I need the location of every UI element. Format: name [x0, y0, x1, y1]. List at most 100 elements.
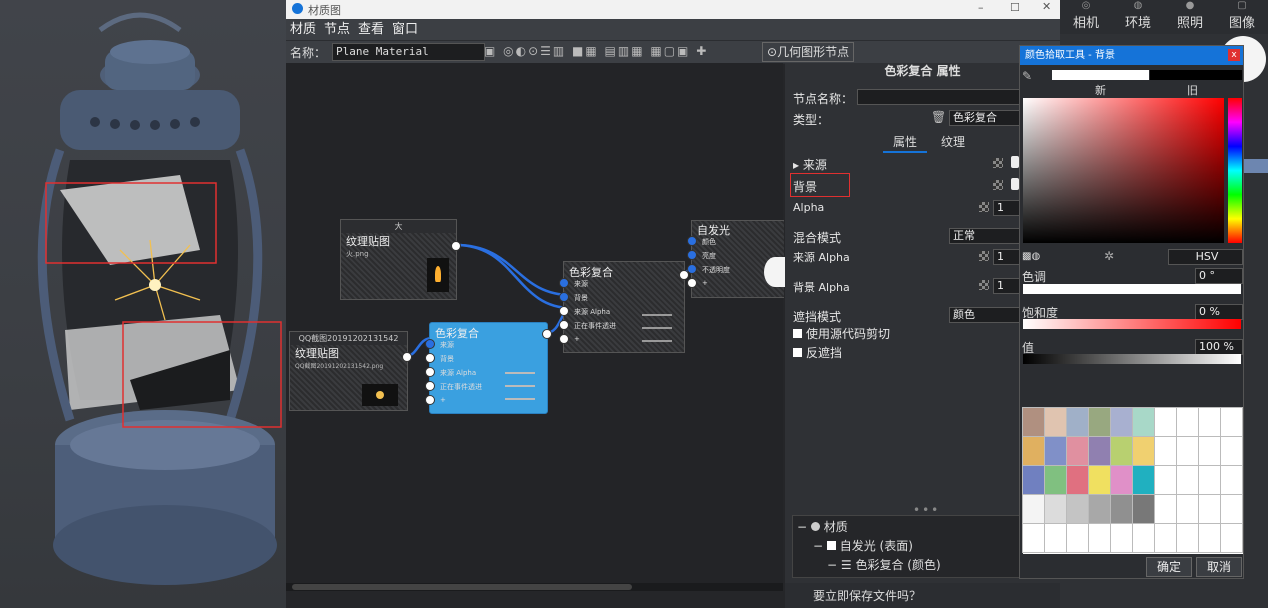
invert-checkbox[interactable]: [793, 348, 802, 357]
tab-properties[interactable]: 属性: [883, 133, 928, 153]
slider[interactable]: [642, 340, 672, 342]
color-swatch[interactable]: [1066, 407, 1089, 437]
color-swatch[interactable]: [1154, 436, 1177, 466]
node-color-composite[interactable]: 色彩复合 来源 背景 来源 Alpha 正在事件透进 +: [559, 261, 689, 353]
close-icon[interactable]: ✕: [1042, 0, 1051, 13]
background-swatch[interactable]: [993, 180, 1003, 190]
color-swatch[interactable]: [1154, 494, 1177, 524]
color-swatch[interactable]: [1044, 436, 1067, 466]
color-swatch[interactable]: [1154, 523, 1177, 553]
clip-checkbox-row[interactable]: 使用源代码剪切: [793, 325, 890, 342]
color-swatch[interactable]: [1022, 436, 1045, 466]
color-swatch[interactable]: [1044, 407, 1067, 437]
color-swatch[interactable]: [1066, 465, 1089, 495]
input-port[interactable]: [687, 236, 697, 246]
ok-button[interactable]: 确定: [1146, 557, 1192, 577]
color-swatch[interactable]: [1022, 494, 1045, 524]
hue-input[interactable]: 0 °: [1195, 268, 1243, 284]
saturation-input[interactable]: 0 %: [1195, 304, 1243, 320]
color-swatch[interactable]: [1022, 523, 1045, 553]
node-emissive[interactable]: 自发光 颜色 亮度 不透明度 +: [687, 220, 786, 298]
color-swatch[interactable]: [1110, 494, 1133, 524]
color-mode-icons[interactable]: ▩◍: [1022, 251, 1040, 262]
tree-item-material[interactable]: − 材质: [793, 516, 1023, 535]
value-input[interactable]: 100 %: [1195, 339, 1243, 355]
node-texture-1[interactable]: 大 纹理贴图 火.png: [340, 219, 461, 300]
mask-mode-dropdown[interactable]: 颜色: [949, 307, 1024, 323]
color-swatch[interactable]: [1110, 465, 1133, 495]
source-alpha-swatch[interactable]: [979, 251, 989, 261]
tab-texture[interactable]: 纹理: [941, 133, 965, 150]
hue-slider[interactable]: [1023, 284, 1241, 294]
trash-icon[interactable]: 🗑: [931, 110, 946, 124]
color-swatch[interactable]: [1176, 523, 1199, 553]
node-texture-2[interactable]: QQ截图20191202131542 纹理贴图 QQ截图201912021315…: [289, 331, 412, 411]
side-slider[interactable]: [1242, 159, 1268, 173]
image-tab[interactable]: ▢ 图像: [1216, 0, 1268, 34]
value-slider[interactable]: [1023, 354, 1241, 364]
source-color[interactable]: [1011, 156, 1019, 168]
color-swatch[interactable]: [1198, 494, 1221, 524]
color-swatch[interactable]: [1198, 407, 1221, 437]
color-swatch[interactable]: [1176, 436, 1199, 466]
mode-dropdown[interactable]: HSV: [1168, 249, 1243, 265]
eyedropper-icon[interactable]: ✎: [1022, 69, 1032, 83]
menu-material[interactable]: 材质: [286, 19, 320, 40]
color-swatch[interactable]: [1110, 523, 1133, 553]
node-color-composite-selected[interactable]: 色彩复合 来源 背景 来源 Alpha 正在事件透进 +: [425, 322, 552, 414]
color-swatch[interactable]: [1220, 523, 1243, 553]
node-graph-canvas[interactable]: 大 纹理贴图 火.png QQ截图20191202131542 纹理贴图 QQ截…: [286, 63, 786, 583]
slider[interactable]: [505, 398, 535, 400]
tree-item-emissive[interactable]: − 自发光 (表面): [793, 535, 1023, 554]
slider[interactable]: [642, 327, 672, 329]
menu-node[interactable]: 节点: [320, 19, 354, 40]
color-swatch[interactable]: [1198, 436, 1221, 466]
lighting-tab[interactable]: ● 照明: [1164, 0, 1216, 34]
color-swatch[interactable]: [1110, 407, 1133, 437]
saturation-slider[interactable]: [1023, 319, 1241, 329]
color-swatch[interactable]: [1220, 436, 1243, 466]
input-port[interactable]: [559, 292, 569, 302]
color-swatch[interactable]: [1088, 465, 1111, 495]
hue-strip[interactable]: [1228, 98, 1242, 243]
camera-tab[interactable]: ◎ 相机: [1060, 0, 1112, 34]
color-swatch[interactable]: [1110, 436, 1133, 466]
color-swatch[interactable]: [1088, 436, 1111, 466]
input-port[interactable]: [687, 278, 697, 288]
slider[interactable]: [505, 372, 535, 374]
cancel-button[interactable]: 取消: [1196, 557, 1242, 577]
color-swatch[interactable]: [1176, 494, 1199, 524]
scrollbar-thumb[interactable]: [292, 584, 632, 590]
menu-view[interactable]: 查看: [354, 19, 388, 40]
clip-checkbox[interactable]: [793, 329, 802, 338]
color-swatch[interactable]: [1066, 436, 1089, 466]
input-port[interactable]: [559, 278, 569, 288]
input-port[interactable]: [559, 334, 569, 344]
color-swatch[interactable]: [1088, 407, 1111, 437]
color-swatch[interactable]: [1176, 407, 1199, 437]
input-port[interactable]: [425, 353, 435, 363]
blend-mode-dropdown[interactable]: 正常: [949, 228, 1024, 244]
slider[interactable]: [505, 385, 535, 387]
alpha-swatch[interactable]: [979, 202, 989, 212]
input-port[interactable]: [559, 320, 569, 330]
background-color[interactable]: [1011, 178, 1019, 190]
color-swatch[interactable]: [1066, 494, 1089, 524]
color-swatch[interactable]: [1198, 523, 1221, 553]
color-swatch[interactable]: [1198, 465, 1221, 495]
slider[interactable]: [642, 314, 672, 316]
maximize-icon[interactable]: ☐: [1010, 1, 1020, 14]
color-swatch[interactable]: [1132, 436, 1155, 466]
settings-icon[interactable]: ✲: [1104, 249, 1114, 263]
color-swatch[interactable]: [1088, 494, 1111, 524]
3d-viewport[interactable]: [0, 0, 286, 608]
color-swatch[interactable]: [1220, 465, 1243, 495]
color-swatch[interactable]: [1220, 407, 1243, 437]
input-port[interactable]: [559, 306, 569, 316]
output-port[interactable]: [542, 329, 552, 339]
input-port[interactable]: [425, 367, 435, 377]
input-port[interactable]: [425, 395, 435, 405]
color-swatch[interactable]: [1022, 465, 1045, 495]
tree-item-color-composite[interactable]: − ☰ 色彩复合 (颜色): [793, 554, 1023, 573]
color-swatch[interactable]: [1132, 465, 1155, 495]
